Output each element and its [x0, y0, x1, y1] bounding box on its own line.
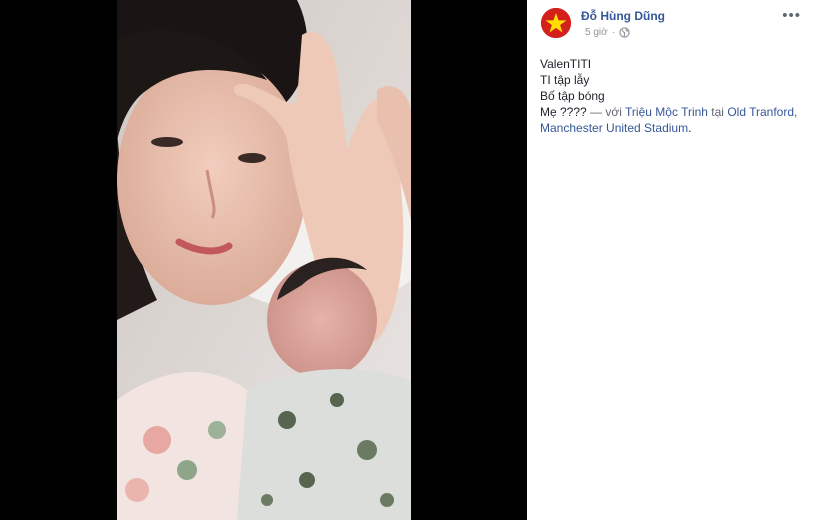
- more-options-icon[interactable]: •••: [782, 7, 801, 24]
- post-photo[interactable]: [117, 0, 411, 520]
- post-timestamp[interactable]: 5 giờ: [585, 27, 608, 38]
- post-details-panel: Đỗ Hùng Dũng 5 giờ · ••• ValenTITI TI tậ…: [527, 0, 815, 520]
- caption-end: .: [688, 121, 692, 135]
- globe-icon[interactable]: [619, 27, 630, 38]
- author-avatar[interactable]: [541, 8, 571, 38]
- meta-separator: ·: [611, 27, 616, 38]
- post-meta: 5 giờ ·: [585, 27, 630, 38]
- vietnam-flag-icon: [541, 8, 571, 38]
- caption-line-2: TI tập lẫy: [540, 73, 590, 87]
- post-caption: ValenTITI TI tập lẫy Bố tập bóng Mẹ ????…: [540, 56, 802, 136]
- photo-viewer: [0, 0, 527, 520]
- at-word: tại: [707, 105, 728, 119]
- author-name-link[interactable]: Đỗ Hùng Dũng: [581, 9, 665, 23]
- caption-line-4: Mẹ ???? — với Triệu Mộc Trinh tại Old Tr…: [540, 104, 802, 136]
- caption-line-4-text: Mẹ ????: [540, 105, 591, 119]
- caption-line-1: ValenTITI: [540, 57, 592, 71]
- photo-image: [117, 0, 411, 520]
- with-separator: — với: [590, 105, 626, 119]
- tagged-person-link[interactable]: Triệu Mộc Trinh: [625, 105, 708, 119]
- caption-line-3: Bố tập bóng: [540, 89, 605, 103]
